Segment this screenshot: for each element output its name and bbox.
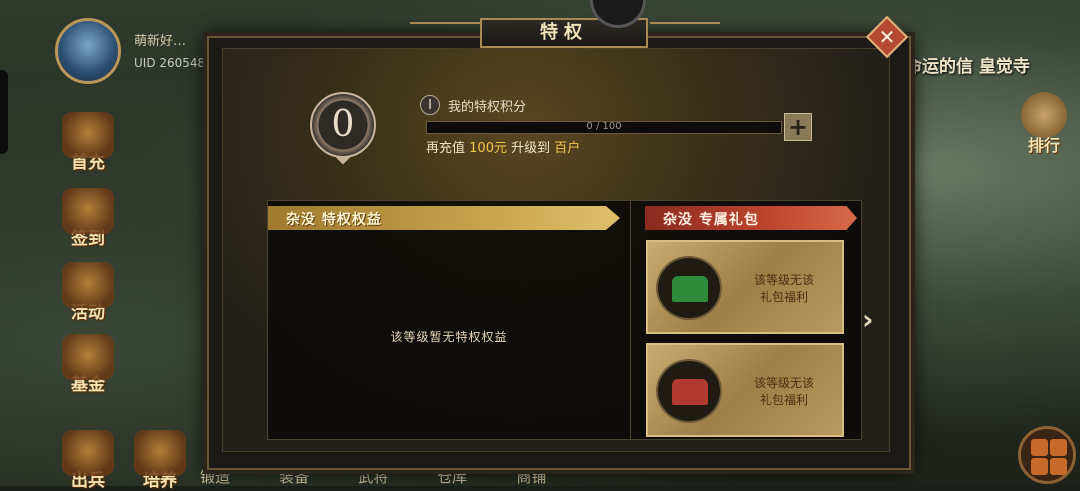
points-progress-bar: 0 / 100 xyxy=(426,121,782,134)
level-number: 0 xyxy=(331,104,355,145)
benefits-header: 杂没 特权权益 xyxy=(268,206,620,230)
close-icon[interactable]: ✕ xyxy=(872,22,902,52)
bottom-item-dispatch[interactable]: 出兵 xyxy=(58,430,118,491)
sign-in-icon xyxy=(62,188,114,234)
player-name: 萌新好… xyxy=(134,34,187,49)
gift-card[interactable]: 该等级无该 礼包福利 xyxy=(646,343,844,437)
player-avatar[interactable] xyxy=(55,18,121,84)
location-title: 命运的信 皇觉寺 xyxy=(905,57,1030,77)
gifts-header: 杂没 专属礼包 xyxy=(645,206,857,230)
upgrade-hint: 再充值 100元 升级到 百户 xyxy=(426,141,581,156)
side-item-activity[interactable]: 活动 xyxy=(58,262,118,323)
cultivate-icon xyxy=(134,430,186,476)
gift-card[interactable]: 该等级无该 礼包福利 xyxy=(646,240,844,334)
title-ornament-left xyxy=(410,22,480,46)
points-icon: I xyxy=(420,95,440,115)
bottom-item-cultivate[interactable]: 培养 xyxy=(130,430,190,491)
side-item-fund[interactable]: 基金 xyxy=(58,334,118,395)
screen-notch xyxy=(0,70,8,154)
activity-icon xyxy=(62,262,114,308)
main-menu-button[interactable] xyxy=(1018,426,1076,484)
player-uid: UID 260548 xyxy=(134,56,206,70)
side-item-first-charge[interactable]: 首充 xyxy=(58,112,118,173)
rank-button[interactable]: 排行 xyxy=(1016,92,1072,156)
treasure-chest-icon xyxy=(656,359,722,423)
fund-icon xyxy=(62,334,114,380)
title-ornament-right xyxy=(650,22,720,46)
upgrade-target: 百户 xyxy=(554,141,581,156)
grid-icon xyxy=(1031,439,1048,456)
progress-text: 0 / 100 xyxy=(586,121,622,132)
dispatch-icon xyxy=(62,430,114,476)
treasure-chest-icon xyxy=(656,256,722,320)
side-item-sign-in[interactable]: 签到 xyxy=(58,188,118,249)
add-points-button[interactable]: + xyxy=(784,113,812,141)
upgrade-amount: 100元 xyxy=(469,141,507,156)
no-benefits-message: 该等级暂无特权权益 xyxy=(390,330,508,344)
chevron-right-icon[interactable]: › xyxy=(862,302,884,338)
first-charge-icon xyxy=(62,112,114,158)
points-label: 我的特权积分 xyxy=(448,100,527,115)
privilege-benefits-panel xyxy=(267,200,631,440)
privilege-level-badge: 0 xyxy=(304,88,382,166)
